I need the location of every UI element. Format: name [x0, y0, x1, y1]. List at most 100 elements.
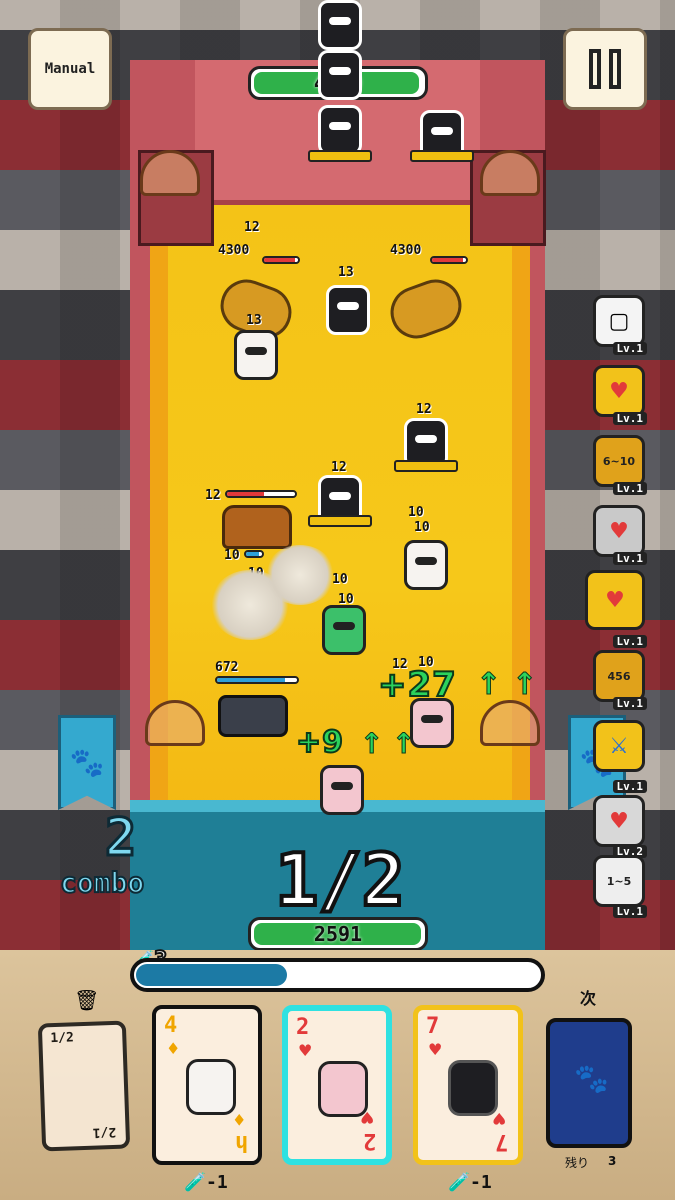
- card-suit-bottom: ♥: [491, 1109, 506, 1128]
- discard-card-rank-bottom: 2/1: [91, 1123, 116, 1140]
- heart-sword-icon[interactable]: ♥: [593, 795, 645, 847]
- heal-range-value: 1~5: [606, 874, 632, 888]
- pot-enemy: [222, 505, 292, 549]
- level-tag: Lv.1: [612, 780, 647, 793]
- manual-label: Manual: [44, 61, 96, 77]
- hammer-enemy: [218, 695, 288, 737]
- enemy-hp-label: 672: [215, 660, 239, 675]
- knight-unit-art: [448, 1060, 498, 1116]
- damage-range-icon[interactable]: 6~10: [593, 435, 645, 487]
- enemy-hp-label: 13: [338, 265, 354, 280]
- pause-icon-bar: [609, 49, 621, 89]
- card-cost: -1: [470, 1172, 492, 1193]
- level-tag: Lv.1: [612, 635, 647, 648]
- damage-range-value: 6~10: [602, 454, 636, 468]
- bonus-value: 456: [607, 669, 631, 683]
- enemy-hp-bar: [430, 256, 468, 264]
- card-suit: ♦: [166, 1039, 181, 1058]
- enemy-hp-label: 12: [331, 460, 347, 475]
- ally-unit: [320, 765, 364, 815]
- level-tag: Lv.1: [612, 697, 647, 710]
- turn-counter: 1/2: [273, 836, 407, 924]
- heart-shield-icon[interactable]: ♥: [593, 505, 645, 557]
- paw-banner-left: 🐾: [58, 715, 116, 810]
- card-suit: ♥: [428, 1040, 443, 1059]
- bonus-value-icon[interactable]: 456: [593, 650, 645, 702]
- pedestal: [394, 460, 458, 472]
- card-cost: -1: [206, 1172, 228, 1193]
- enemy-hp-label: 12: [416, 402, 432, 417]
- energy-bar: [130, 958, 545, 992]
- level-tag: Lv.1: [612, 412, 647, 425]
- hand-card-2[interactable]: 2 ♥ ♥ 2: [282, 1005, 392, 1165]
- card-suit: ♥: [298, 1041, 313, 1060]
- enemy-hp-label: 10: [332, 572, 348, 587]
- arrow-up-icon: ↑: [511, 667, 538, 703]
- hand-card-1[interactable]: 4 ♦ ♦ h: [152, 1005, 262, 1165]
- level-tag: Lv.1: [612, 552, 647, 565]
- enemy-hp-label: 12: [244, 220, 260, 235]
- pause-icon: [589, 49, 601, 89]
- draw-pile[interactable]: 🐾: [546, 1018, 632, 1148]
- heal-popup: +9: [295, 724, 345, 761]
- remaining-count: 3: [608, 1154, 617, 1168]
- card-rank: 4: [164, 1013, 178, 1038]
- combo-count: 2: [103, 807, 137, 870]
- arrow-up-icon: ↑: [391, 727, 416, 761]
- enemy-hp-label: 12: [205, 488, 221, 503]
- enemy-unit: [318, 105, 362, 155]
- trash-icon[interactable]: 🗑: [74, 988, 99, 1012]
- paw-icon: 🐾: [69, 746, 105, 779]
- player-hp-text: 2591: [313, 922, 363, 946]
- heal-range-icon[interactable]: 1~5: [593, 855, 645, 907]
- ally-unit: [322, 605, 366, 655]
- remaining-label: 残り: [565, 1156, 590, 1170]
- ally-unit: [234, 330, 278, 380]
- card-upgrade-icon[interactable]: ▢: [593, 295, 645, 347]
- manual-button[interactable]: Manual: [28, 28, 112, 110]
- arrow-up-icon: ↑: [475, 667, 502, 703]
- combo-label: combo: [59, 865, 145, 900]
- enemy-hp-bar: [244, 550, 264, 558]
- enemy-hp-label: 4300: [218, 243, 250, 258]
- heal-popup: +27: [377, 664, 457, 706]
- enemy-hp-bar: [262, 256, 300, 264]
- discard-pile[interactable]: 1/2 2/1: [37, 1020, 131, 1152]
- card-suit-bottom: ♦: [231, 1110, 246, 1129]
- discard-card-rank: 1/2: [50, 1030, 75, 1047]
- enemy-unit: [318, 0, 362, 50]
- enemy-hp-bar: [225, 490, 297, 498]
- potion-icon: 🧪: [184, 1172, 207, 1193]
- enemy-unit: [326, 285, 370, 335]
- pause-button[interactable]: [563, 28, 647, 110]
- card-suit-bottom: ♥: [359, 1108, 374, 1127]
- next-label: 次: [580, 989, 597, 1008]
- potion-icon: 🧪: [448, 1172, 471, 1193]
- enemy-hp-bar: [215, 676, 299, 684]
- heart-crown-icon[interactable]: ♥: [585, 570, 645, 630]
- hand-card-3[interactable]: 7 ♥ ♥ 7: [413, 1005, 523, 1165]
- card-rank: 7: [426, 1014, 440, 1039]
- level-tag: Lv.1: [612, 482, 647, 495]
- smoke-effect: [265, 545, 335, 605]
- energy-fill: [136, 964, 287, 986]
- arrow-up-icon: ↑: [359, 727, 384, 761]
- level-tag: Lv.1: [612, 342, 647, 355]
- heart-book-icon[interactable]: ♥: [593, 365, 645, 417]
- player-hp-bar: 2591: [248, 917, 428, 951]
- ally-unit: [404, 540, 448, 590]
- paw-icon: 🐾: [574, 1062, 609, 1095]
- pedestal: [308, 515, 372, 527]
- enemy-hp-label: 10: [408, 505, 424, 520]
- enemy-hp-label: 10: [224, 548, 240, 563]
- card-rank-bottom: h: [234, 1130, 248, 1155]
- card-rank-bottom: 2: [362, 1128, 376, 1153]
- enemy-unit: [318, 50, 362, 100]
- pedestal: [308, 150, 372, 162]
- ally-unit: [410, 698, 454, 748]
- sword-icon[interactable]: ⚔: [593, 720, 645, 772]
- cat-unit-art: [186, 1059, 236, 1115]
- card-rank-bottom: 7: [494, 1129, 508, 1154]
- enemy-hp-label: 13: [246, 313, 262, 328]
- card-rank: 2: [296, 1015, 310, 1040]
